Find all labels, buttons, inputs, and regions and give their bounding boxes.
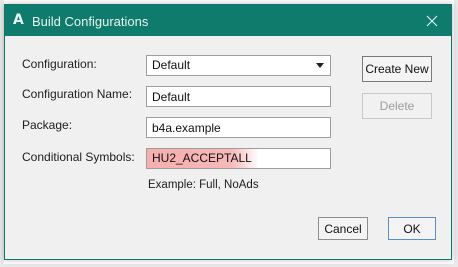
delete-button[interactable]: Delete: [362, 93, 432, 119]
conditional-symbols-value: HU2_ACCEPTALL: [152, 151, 252, 165]
ok-button[interactable]: OK: [388, 217, 436, 240]
close-icon: [426, 15, 438, 26]
close-button[interactable]: [419, 9, 445, 32]
conditional-symbols-field[interactable]: HU2_ACCEPTALL: [146, 148, 331, 169]
configuration-select-value: Default: [152, 58, 191, 72]
configuration-name-label: Configuration Name:: [22, 87, 133, 101]
title-bar[interactable]: A Build Configurations: [5, 5, 451, 36]
configuration-name-field[interactable]: [146, 86, 331, 107]
build-configurations-dialog: A Build Configurations Configuration: De…: [4, 4, 452, 260]
cancel-button[interactable]: Cancel: [318, 217, 368, 240]
configuration-label: Configuration:: [22, 57, 97, 71]
conditional-symbols-label: Conditional Symbols:: [22, 150, 135, 164]
configuration-select[interactable]: Default: [146, 55, 331, 76]
conditional-symbols-hint: Example: Full, NoAds: [148, 179, 259, 191]
package-field[interactable]: [146, 117, 331, 138]
dropdown-arrow-icon: [316, 63, 324, 68]
dialog-title: Build Configurations: [32, 14, 149, 29]
package-label: Package:: [22, 118, 73, 132]
app-logo-icon: A: [13, 12, 24, 28]
create-new-button[interactable]: Create New: [362, 56, 432, 82]
background-window-edge: [454, 0, 458, 267]
